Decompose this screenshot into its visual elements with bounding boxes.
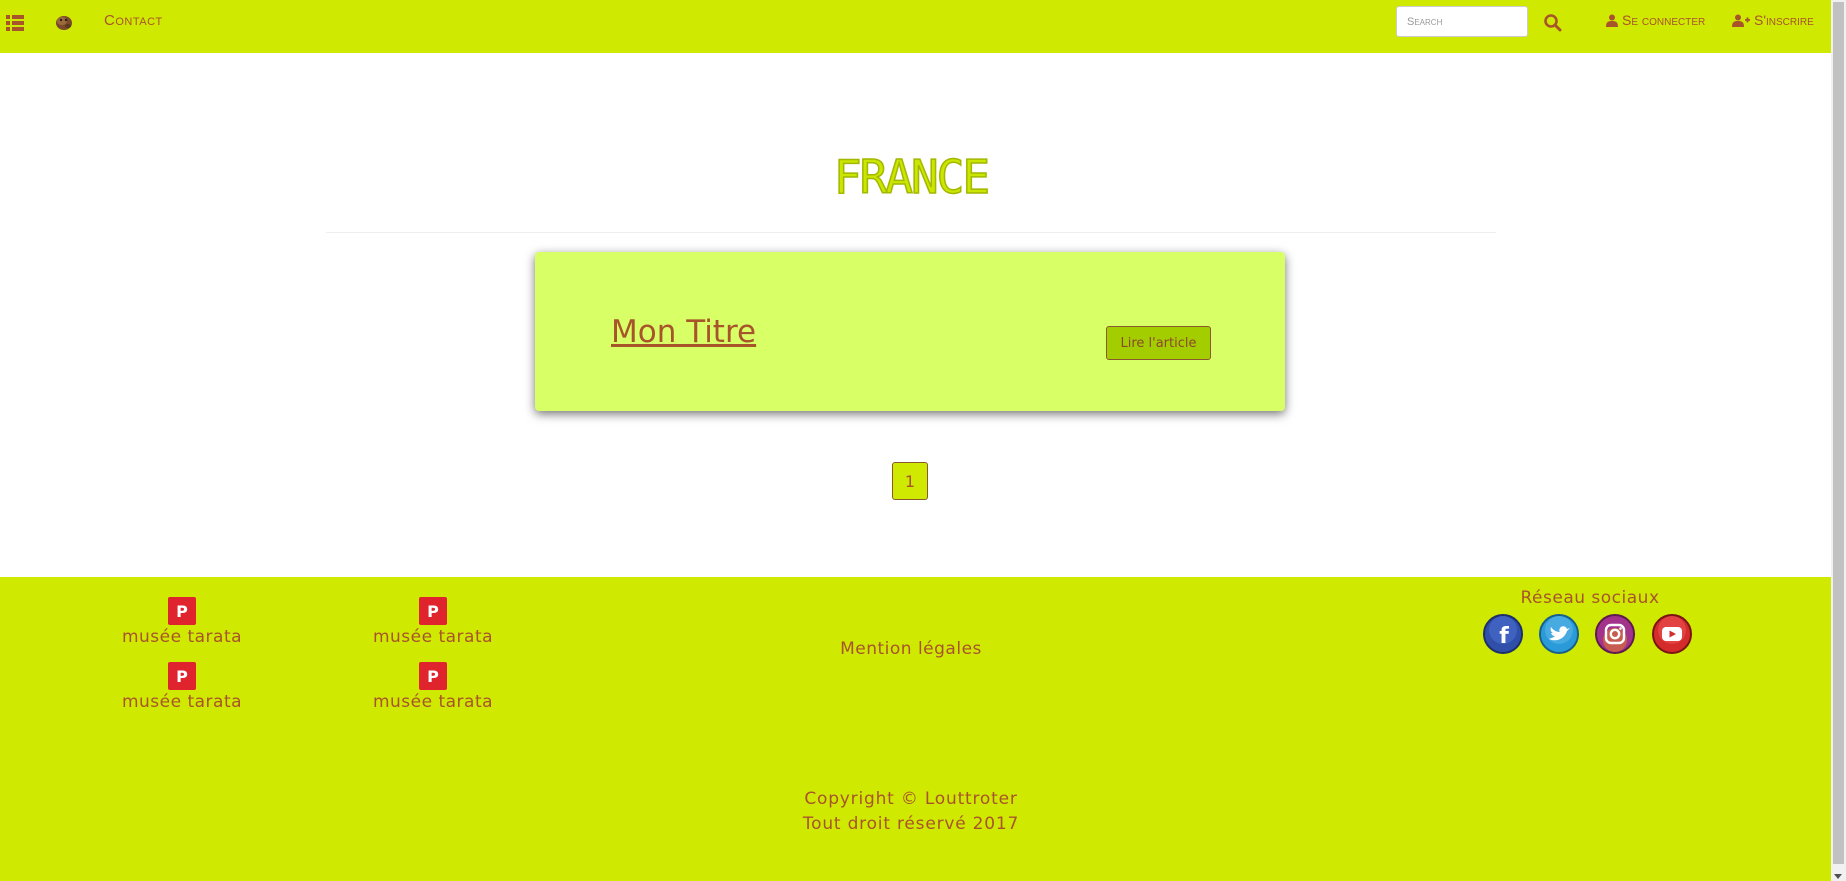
pinterest-icon: P (419, 597, 447, 625)
pagination-page-1[interactable]: 1 (892, 462, 928, 500)
social-title: Réseau sociaux (1520, 588, 1660, 608)
pinterest-icon: P (168, 662, 196, 690)
article-title-link[interactable]: Mon Titre (611, 314, 756, 350)
footer: P musée tarata P musée tarata P musée ta… (0, 577, 1831, 881)
vertical-scrollbar[interactable] (1831, 0, 1846, 881)
copyright-line-1: Copyright © Louttroter (804, 789, 1018, 809)
pinterest-icon: P (168, 597, 196, 625)
svg-text:P: P (176, 667, 188, 686)
page-title: France (833, 149, 991, 205)
pinterest-label: musée tarata (372, 692, 494, 712)
svg-text:P: P (176, 602, 188, 621)
pinterest-link[interactable]: P musée tarata (82, 662, 282, 712)
user-plus-icon (1732, 14, 1750, 27)
article-card: Mon Titre Lire l'article (535, 252, 1285, 411)
facebook-icon[interactable]: f (1483, 614, 1523, 654)
list-icon[interactable] (6, 15, 24, 31)
copyright-line-2: Tout droit réservé 2017 (802, 814, 1020, 834)
pinterest-label: musée tarata (121, 692, 243, 712)
register-link[interactable]: S'inscrire (1732, 12, 1814, 28)
register-label: S'inscrire (1754, 12, 1814, 28)
contact-link[interactable]: Contact (104, 12, 163, 29)
search-icon[interactable] (1543, 13, 1563, 33)
login-link[interactable]: Se connecter (1606, 12, 1705, 28)
svg-text:f: f (1499, 624, 1509, 649)
pinterest-link[interactable]: P musée tarata (333, 662, 533, 712)
pinterest-icon: P (419, 662, 447, 690)
otter-logo-icon[interactable] (53, 11, 75, 33)
copyright: Copyright © Louttroter Tout droit réserv… (0, 787, 1822, 837)
svg-text:P: P (427, 602, 439, 621)
page: Contact Se connecter S'inscrire (0, 0, 1831, 881)
instagram-icon[interactable] (1595, 614, 1635, 654)
search-input[interactable] (1396, 6, 1528, 37)
youtube-icon[interactable] (1652, 614, 1692, 654)
scrollbar-thumb[interactable] (1833, 2, 1844, 864)
top-navbar: Contact Se connecter S'inscrire (0, 0, 1831, 53)
svg-text:P: P (427, 667, 439, 686)
title-divider (326, 232, 1496, 233)
twitter-icon[interactable] (1539, 614, 1579, 654)
user-icon (1606, 14, 1618, 27)
read-article-button[interactable]: Lire l'article (1106, 326, 1211, 360)
login-label: Se connecter (1622, 12, 1706, 28)
scroll-down-arrow-icon[interactable] (1834, 874, 1842, 879)
